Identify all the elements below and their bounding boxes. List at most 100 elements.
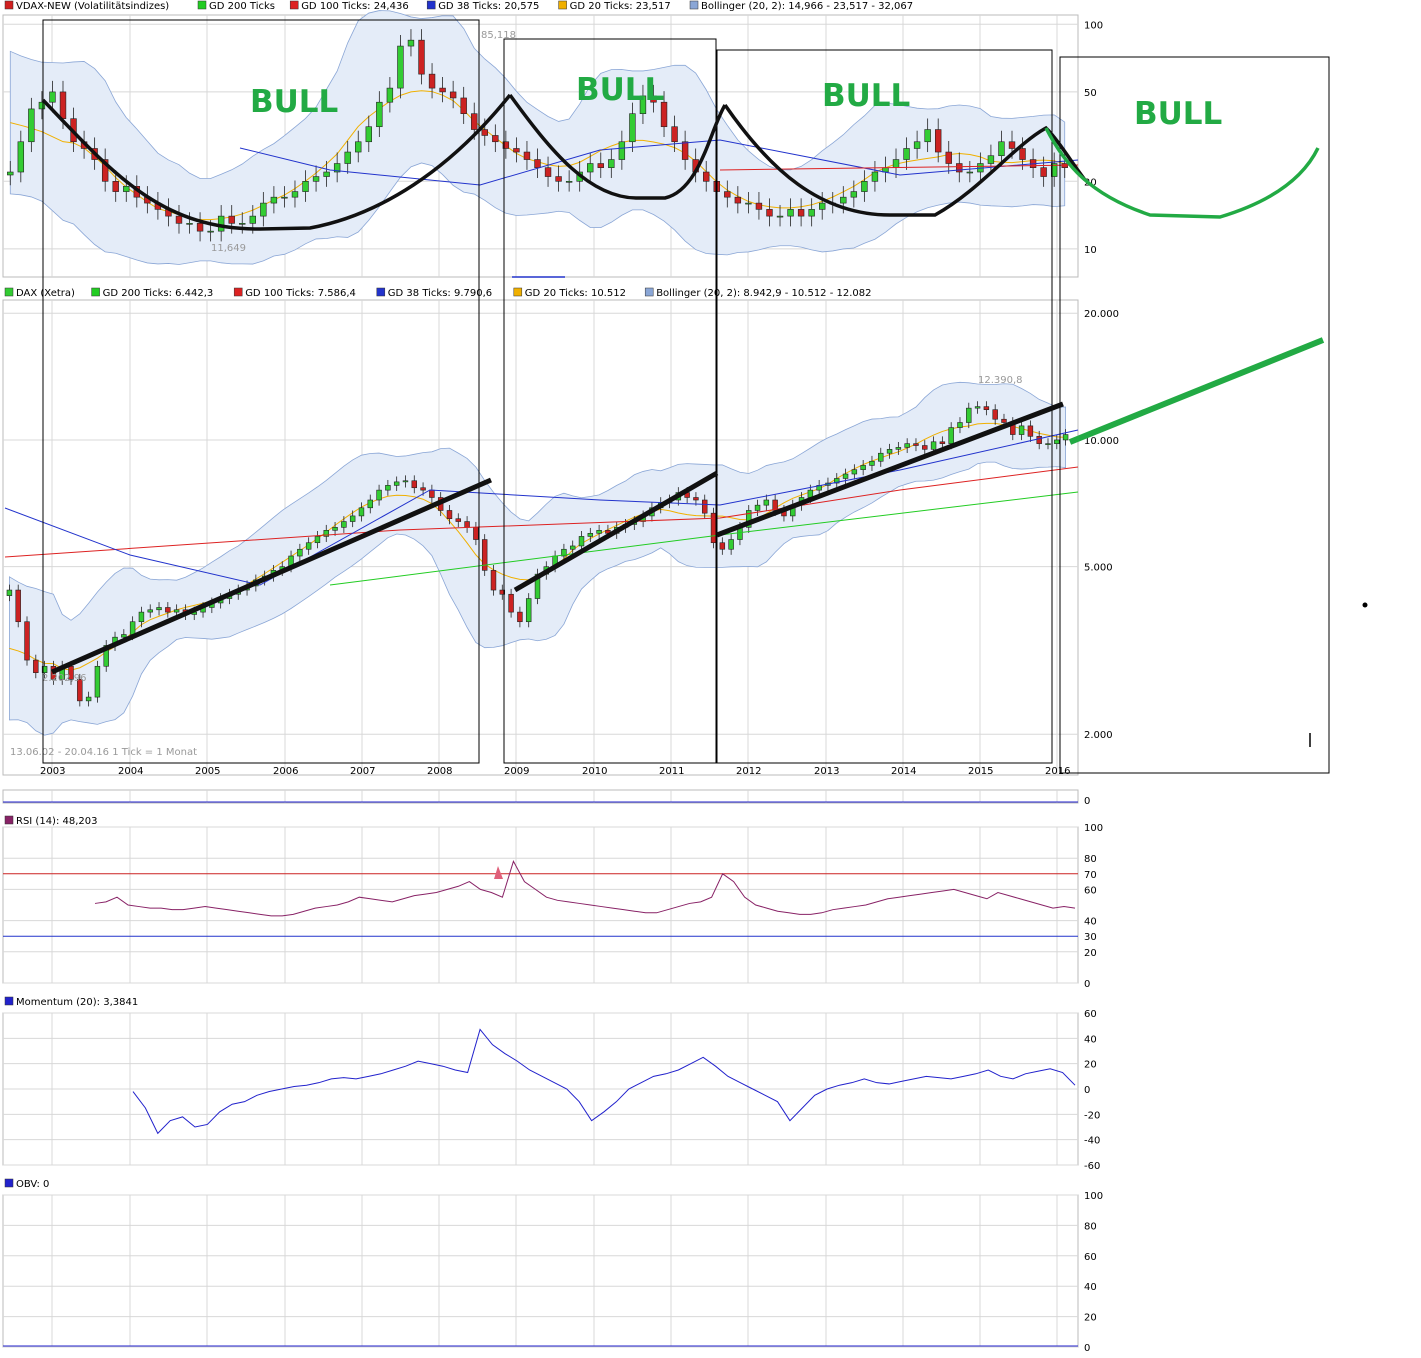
- dax-candle: [121, 634, 127, 638]
- xaxis-year-label: 2009: [504, 766, 529, 777]
- bull-label: BULL: [1134, 96, 1222, 132]
- rsi-ytick: 80: [1084, 854, 1097, 865]
- dax-candle: [376, 489, 382, 501]
- dax-candle: [895, 447, 902, 450]
- vdax-candle: [186, 223, 193, 225]
- xaxis-year-label: 2010: [582, 766, 607, 777]
- dax-candle: [1036, 436, 1042, 444]
- vdax-candle: [892, 159, 900, 168]
- dax-legend-swatch: [644, 287, 654, 297]
- vdax-candle: [407, 39, 415, 47]
- dax-ytick: 20.000: [1084, 309, 1119, 320]
- dax-candle: [763, 499, 770, 506]
- vdax-legend-swatch: [197, 0, 207, 10]
- momentum-ytick: 20: [1084, 1060, 1097, 1071]
- dax-legend-label: DAX (Xetra): [16, 288, 75, 299]
- dax-candle: [569, 545, 576, 550]
- rsi-level-label: 70: [1084, 870, 1097, 881]
- xaxis-year-label: 2003: [40, 766, 65, 777]
- dax-range-label: 13.06.02 - 20.04.16 1 Tick = 1 Monat: [10, 747, 197, 758]
- dax-candle: [913, 443, 919, 446]
- annotation-box: [1059, 56, 1330, 774]
- vdax-ytick: 50: [1084, 88, 1097, 99]
- vdax-candle: [766, 209, 773, 217]
- bull-label: BULL: [576, 72, 664, 108]
- bull-label: BULL: [250, 84, 338, 120]
- chart-root: VDAX-NEW (Volatilitätsindizes) GD 200 Tic…: [2, 0, 1368, 1354]
- dax-candle: [305, 542, 312, 550]
- vdax-candle: [59, 91, 67, 119]
- vdax-candle: [302, 181, 309, 192]
- vdax-projection-curve: [1044, 127, 1320, 219]
- vdax-candle: [671, 126, 678, 143]
- vdax-ytick: 10: [1084, 245, 1097, 256]
- xaxis-year-label: 2016: [1045, 766, 1070, 777]
- vdax-candle: [618, 141, 626, 160]
- dax-candle: [358, 507, 365, 517]
- momentum-ytick: -20: [1084, 1110, 1100, 1121]
- vdax-legend-label: VDAX-NEW (Volatilitätsindizes): [16, 1, 169, 12]
- dax-candle: [402, 480, 409, 483]
- vdax-candle: [724, 191, 731, 198]
- dax-candle: [129, 621, 136, 635]
- vdax-legend-label: GD 100 Ticks: 24,436: [301, 1, 409, 12]
- vdax-candle: [840, 196, 847, 204]
- vdax-candle: [481, 129, 488, 136]
- vdax-candle: [376, 101, 383, 128]
- obv-ytick: 80: [1084, 1221, 1097, 1232]
- dax-candle: [578, 536, 585, 547]
- xaxis-year-label: 2013: [814, 766, 839, 777]
- vdax-candle: [903, 148, 910, 160]
- vdax-legend-swatch: [689, 0, 699, 10]
- momentum-ytick: 60: [1084, 1009, 1097, 1020]
- vdax-candle: [7, 171, 14, 176]
- dax-candle: [1054, 439, 1060, 444]
- obv-panel: OBV: 0 100 80 60 40 20 0: [2, 1178, 1103, 1354]
- dax-candle: [349, 515, 356, 522]
- vdax-candle: [365, 126, 372, 143]
- vdax-legend-label: GD 20 Ticks: 23,517: [570, 1, 671, 12]
- momentum-legend-label: Momentum (20): 3,3841: [16, 997, 138, 1008]
- vdax-candle: [49, 91, 56, 103]
- dax-candle: [1045, 443, 1051, 445]
- vdax-legend-swatch: [4, 0, 14, 10]
- dax-projection-line: [1068, 337, 1325, 445]
- volume-panel: 0: [2, 789, 1090, 807]
- vdax-candle: [797, 209, 805, 217]
- dax-candle: [587, 533, 594, 537]
- vdax-candle: [745, 202, 752, 205]
- vdax-candle: [1008, 141, 1016, 149]
- vdax-candle: [260, 202, 267, 217]
- vdax-candle: [597, 163, 604, 168]
- dax-candle: [411, 480, 417, 489]
- rsi-ytick: 20: [1084, 948, 1097, 959]
- dax-candle: [948, 427, 954, 444]
- vdax-candle: [471, 113, 478, 130]
- dax-candle: [24, 621, 30, 661]
- vdax-candle: [850, 191, 858, 198]
- vdax-candle: [808, 209, 815, 217]
- vdax-candle: [913, 141, 921, 149]
- rsi-panel-frame: [2, 826, 1079, 984]
- dax-candle: [1018, 425, 1025, 435]
- volume-ytick: 0: [1084, 796, 1090, 807]
- dax-candle: [693, 497, 699, 501]
- rsi-ytick: 60: [1084, 885, 1097, 896]
- vdax-candle: [291, 191, 299, 198]
- dax-legend-label: Bollinger (20, 2): 8.942,9 - 10.512 - 12…: [656, 288, 871, 299]
- vdax-candle: [755, 202, 763, 210]
- dax-candle: [85, 696, 92, 702]
- vdax-candle: [112, 181, 119, 192]
- vdax-legend-swatch: [426, 0, 436, 10]
- vdax-candle: [681, 141, 689, 160]
- rsi-ytick: 0: [1084, 979, 1090, 990]
- dax-candle: [15, 589, 21, 623]
- dax-candle: [842, 473, 849, 479]
- dax-candle: [974, 406, 981, 409]
- dax-candle: [992, 409, 998, 420]
- dax-candle: [385, 485, 391, 491]
- xaxis-year-label: 2005: [195, 766, 220, 777]
- dax-candle: [464, 521, 470, 528]
- dax-candle: [878, 452, 884, 462]
- vdax-candle: [270, 196, 278, 204]
